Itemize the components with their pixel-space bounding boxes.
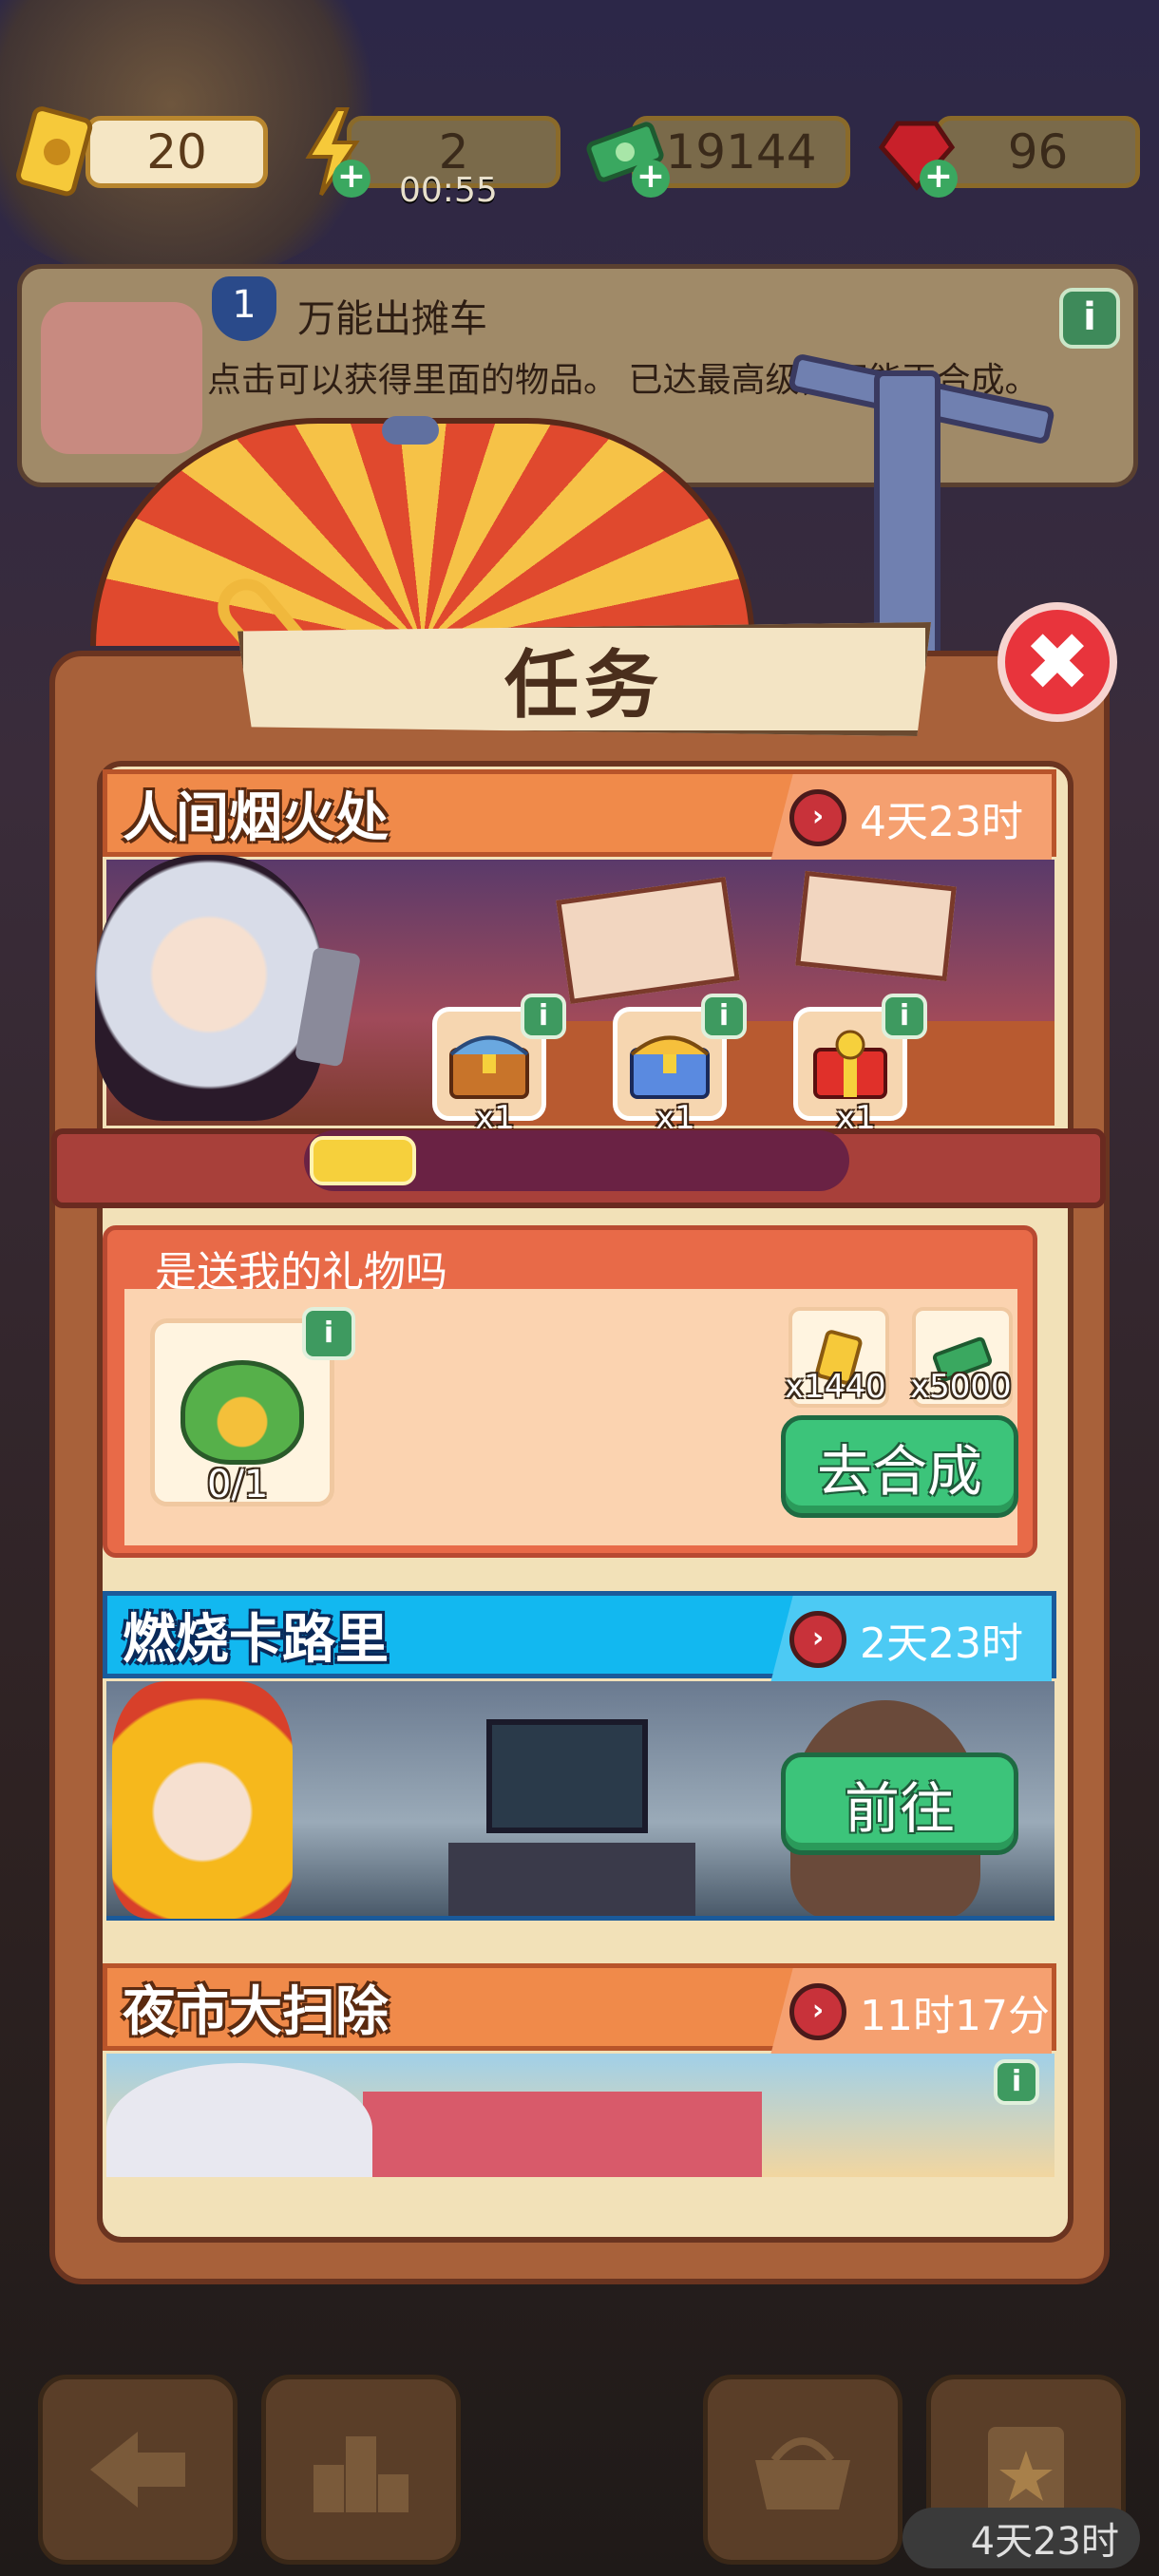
gem-counter[interactable]: 96 — [936, 116, 1140, 188]
energy-timer: 00:55 — [399, 171, 498, 210]
podium-icon — [314, 2436, 408, 2512]
quest-header-3: 夜市大扫除 › 11时17分 — [103, 1963, 1056, 2055]
bottom-navigation: 4天23时 — [0, 2365, 1159, 2576]
gift-red-icon — [813, 1030, 887, 1099]
merge-button[interactable]: 去合成 — [781, 1415, 1018, 1518]
ticket-counter[interactable]: 20 — [86, 116, 268, 188]
quest-timer: › 4天23时 — [770, 774, 1052, 862]
add-energy-button[interactable]: + — [332, 160, 370, 198]
close-icon: ✖ — [1023, 616, 1092, 709]
chef-character-avatar — [106, 2063, 372, 2177]
task-reward-ticket-amount: x1440 — [785, 1368, 886, 1406]
quest-name: 夜市大扫除 — [123, 1980, 389, 2043]
quest-header-1: 人间烟火处 › 4天23时 — [103, 769, 1056, 862]
add-cash-button[interactable]: + — [632, 160, 670, 198]
frog-toy-icon — [180, 1360, 304, 1465]
menu-sign-decoration — [795, 870, 957, 982]
task-reward-cash-amount: x5000 — [910, 1368, 1012, 1406]
quest-header-2: 燃烧卡路里 › 2天23时 — [103, 1591, 1056, 1683]
item-title: 万能出摊车 — [297, 297, 487, 341]
clipboard-star-icon — [988, 2427, 1064, 2517]
quest-time-left: 2天23时 — [860, 1619, 1023, 1668]
level-shield-badge: 1 — [212, 276, 276, 341]
go-button[interactable]: 前往 — [781, 1752, 1018, 1855]
gym-character-avatar — [112, 1681, 293, 1919]
quest-progress-fill — [310, 1136, 416, 1185]
required-item-count: 0/1 — [207, 1463, 269, 1506]
arrow-left-icon — [90, 2432, 185, 2508]
chef-character-avatar — [95, 855, 323, 1121]
quest-time-left: 11时17分 — [860, 1992, 1050, 2040]
back-button[interactable] — [38, 2375, 238, 2565]
ranking-button[interactable] — [261, 2375, 461, 2565]
add-gems-button[interactable]: + — [920, 160, 958, 198]
reward-info-button[interactable]: i — [882, 994, 927, 1039]
food-cart-icon — [41, 302, 202, 454]
market-stall-decoration — [363, 2092, 762, 2177]
treadmill-decoration — [448, 1843, 695, 1916]
item-info-button[interactable]: i — [302, 1307, 355, 1360]
basket-icon — [755, 2437, 850, 2510]
quest-banner-3 — [106, 2054, 1054, 2177]
clock-icon: › — [789, 1983, 846, 2040]
currency-bar: 20 2 + 00:55 19144 + 96 + — [0, 104, 1159, 210]
shop-basket-button[interactable] — [703, 2375, 902, 2565]
close-button[interactable]: ✖ — [998, 602, 1117, 722]
dialog-title-ribbon: 任务 — [238, 622, 931, 736]
menu-sign-decoration — [556, 877, 740, 1004]
treadmill-screen-decoration — [486, 1719, 648, 1833]
ticket-icon — [10, 104, 104, 199]
event-timer: 4天23时 — [902, 2508, 1140, 2568]
clock-icon: › — [789, 1611, 846, 1668]
quest-timer: › 2天23时 — [770, 1596, 1052, 1683]
clock-icon: › — [789, 789, 846, 846]
info-button[interactable]: i — [1059, 288, 1120, 349]
quest-time-left: 4天23时 — [860, 798, 1023, 846]
reward-info-button[interactable]: i — [521, 994, 566, 1039]
chest-blue-icon — [449, 1035, 529, 1099]
dialog-title: 任务 — [504, 643, 664, 729]
umbrella-knob-decoration — [382, 416, 439, 445]
food-stall-decoration — [505, 1021, 1054, 1126]
reward-info-button[interactable]: i — [701, 994, 747, 1039]
chest-gold-icon — [630, 1035, 710, 1099]
quest-name: 燃烧卡路里 — [123, 1608, 389, 1671]
quest-info-button[interactable]: i — [994, 2059, 1039, 2105]
quest-name: 人间烟火处 — [123, 786, 389, 849]
quest-timer: › 11时17分 — [770, 1968, 1052, 2055]
